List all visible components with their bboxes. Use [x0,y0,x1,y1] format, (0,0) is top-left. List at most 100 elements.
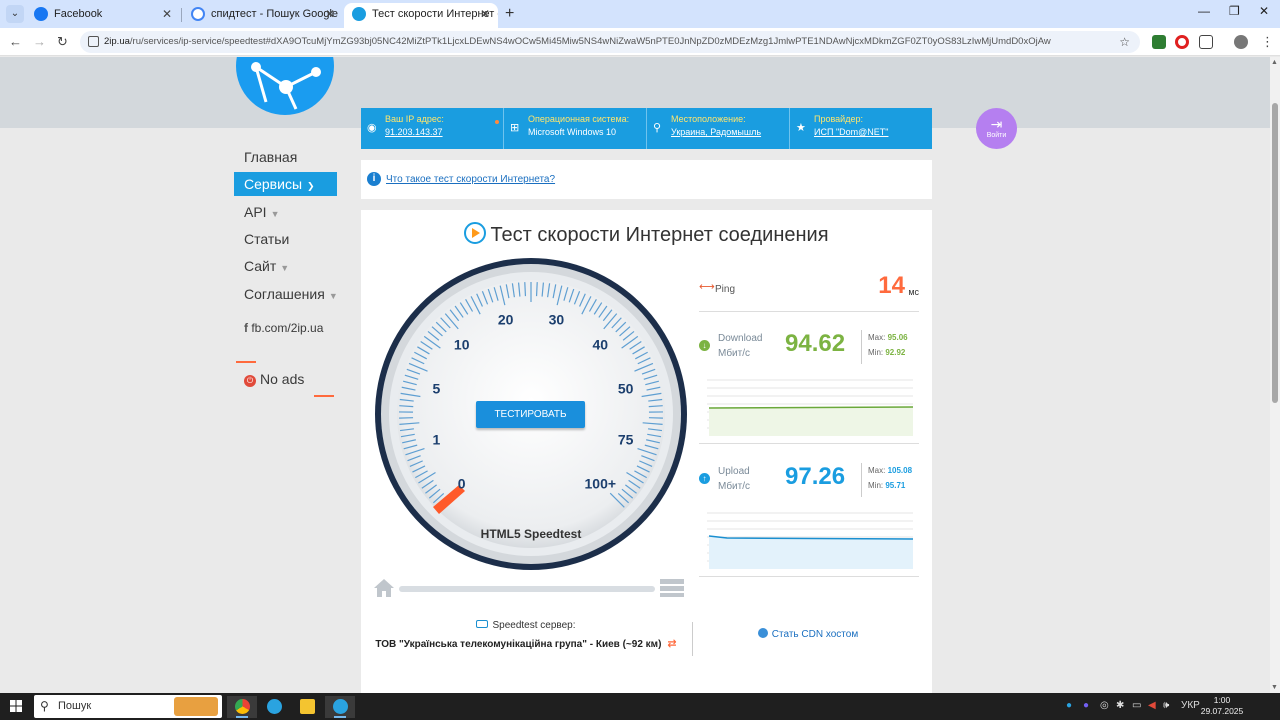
extension-icon[interactable] [1152,35,1166,49]
info-icon: i [367,172,381,186]
download-arrow-icon: ↓ [699,340,710,351]
sidebar-item-label: Сервисы [244,176,303,192]
tab-title: Facebook [54,8,103,20]
scroll-up-icon[interactable]: ▲ [1271,59,1278,66]
tray-telegram-icon[interactable]: ● [1066,700,1072,711]
tab-facebook[interactable]: Facebook ✕ [26,3,180,28]
tab-speedtest[interactable]: Тест скорости Интернет соеди ✕ [344,3,498,28]
status-dot [495,120,499,124]
browser-tabbar: ⌄ Facebook ✕ спидтест - Пошук Google ✕ Т… [0,0,1280,28]
tray-viber-icon[interactable]: ● [1083,700,1089,711]
sidebar-item-articles[interactable]: Статьи [244,231,289,247]
no-ads-link[interactable]: ⏻ No ads [236,361,334,397]
facebook-icon [34,7,48,21]
windows-start-icon[interactable] [10,700,22,712]
volume-icon[interactable]: 🕪 [1163,700,1169,711]
tray-monitor-icon[interactable]: ▭ [1132,700,1141,711]
gauge-label: 0 [458,475,466,491]
url-path: /ru/services/ip-service/speedtest#dXA9OT… [129,36,1051,47]
server-value: ТОВ "Українська телекомунікаційна група"… [375,639,662,650]
ip-value[interactable]: 91.203.143.37 [385,127,503,137]
chevron-down-icon: ▼ [270,209,280,219]
taskbar-telegram[interactable] [259,696,289,718]
taskbar-explorer[interactable] [292,696,322,718]
max-label: Max: [868,466,886,475]
sidebar-item-api[interactable]: API ▼ [244,204,280,220]
reload-button[interactable]: ↻ [57,34,68,50]
browser-menu-icon[interactable]: ⋮ [1261,34,1274,50]
scroll-down-icon[interactable]: ▼ [1271,684,1278,691]
taskbar-search[interactable]: ⚲ Пошук [34,695,222,718]
minimize-button[interactable]: — [1198,4,1210,18]
chrome-icon [234,699,250,714]
windows-taskbar: ⚲ Пошук ● ● ◎ ✱ ▭ ◀ 🕪 УКР 1:00 29.07.202… [0,693,1280,720]
search-icon: ⚲ [40,699,49,713]
sidebar-item-services[interactable]: Сервисы ❯ [234,172,337,196]
folder-icon [299,699,315,714]
upload-value: 97.26 [785,463,846,490]
ping-label: Ping [715,284,736,295]
close-icon[interactable]: ✕ [480,3,490,25]
tray-messenger-icon[interactable]: ◎ [1100,700,1109,711]
taskbar-search-text: Пошук [58,700,92,712]
ping-arrows-icon: ⟷ [699,281,715,293]
isp-value[interactable]: ИСП "Dom@NET" [814,127,932,137]
sidebar-item-home[interactable]: Главная [244,149,297,165]
min-label: Min: [868,481,884,490]
login-button[interactable]: ⇥ Войти [976,108,1017,149]
sidebar-item-agreements[interactable]: Соглашения ▼ [244,286,338,302]
site-info-icon[interactable] [88,36,99,47]
taskbar-clock[interactable]: 1:00 29.07.2025 [1198,695,1246,717]
new-tab-button[interactable]: + [505,5,514,23]
address-toolbar: ← → ↻ 2ip.ua/ru/services/ip-service/spee… [0,28,1280,56]
close-icon[interactable]: ✕ [162,3,172,25]
bookmark-star-icon[interactable]: ☆ [1119,31,1130,53]
sidebar-item-label: Главная [244,149,298,165]
page-scrollbar[interactable]: ▲ ▼ [1270,57,1280,693]
telegram-icon [332,699,348,714]
ping-unit: мс [908,287,919,297]
restore-button[interactable]: ❐ [1229,4,1240,18]
ping-row: ⟷ Ping 14 мс [699,266,919,312]
start-test-button[interactable]: ТЕСТИРОВАТЬ [476,401,585,428]
chevron-down-icon: ▼ [280,263,290,273]
server-icon [660,579,684,597]
download-max: 95.06 [887,333,908,342]
profile-avatar[interactable] [1234,35,1248,49]
gauge-label: 1 [432,431,440,447]
what-is-speedtest-link[interactable]: Что такое тест скорости Интернета? [386,174,555,185]
download-minmax: Max: 95.06 Min: 92.92 [861,330,908,364]
scroll-thumb[interactable] [1272,103,1278,403]
tab-google[interactable]: спидтест - Пошук Google ✕ [183,3,343,28]
upload-label: Upload [718,466,750,477]
extensions-puzzle-icon[interactable] [1199,35,1213,49]
cdn-host-link[interactable]: Стать CDN хостом [693,628,923,640]
location-value[interactable]: Украина, Радомышль [671,127,789,137]
tray-alert-icon[interactable]: ◀ [1148,700,1156,711]
forward-button[interactable]: → [33,34,46,49]
google-icon [191,7,205,21]
close-window-button[interactable]: ✕ [1259,4,1269,18]
back-button[interactable]: ← [9,34,22,49]
search-highlight-image [174,697,218,716]
location-pin-icon: ⚲ [653,122,662,134]
telegram-icon [266,699,282,714]
download-value: 94.62 [785,330,846,357]
tray-settings-icon[interactable]: ✱ [1116,700,1124,711]
download-block: ↓ Download Мбит/с 94.62 Max: 95.06 Min: … [699,318,919,444]
ip-label: Ваш IP адрес: [385,114,444,124]
close-icon[interactable]: ✕ [325,3,335,25]
sidebar-item-site[interactable]: Сайт ▼ [244,258,289,274]
taskbar-chrome[interactable] [227,696,257,718]
change-server-icon[interactable]: ⇄ [667,638,676,650]
url-bar[interactable]: 2ip.ua/ru/services/ip-service/speedtest#… [80,31,1140,53]
page-title-text: Тест скорости Интернет соединения [490,224,829,246]
opera-icon[interactable] [1175,35,1189,49]
download-label: Download [718,333,763,344]
gauge-label: 100+ [585,475,617,491]
chevron-down-icon: ▼ [328,291,338,301]
tab-search-button[interactable]: ⌄ [6,5,24,23]
facebook-link[interactable]: f fb.com/2ip.ua [244,321,323,335]
location-cell: ⚲ Местоположение: Украина, Радомышль [647,108,790,149]
taskbar-telegram-2[interactable] [325,696,355,718]
